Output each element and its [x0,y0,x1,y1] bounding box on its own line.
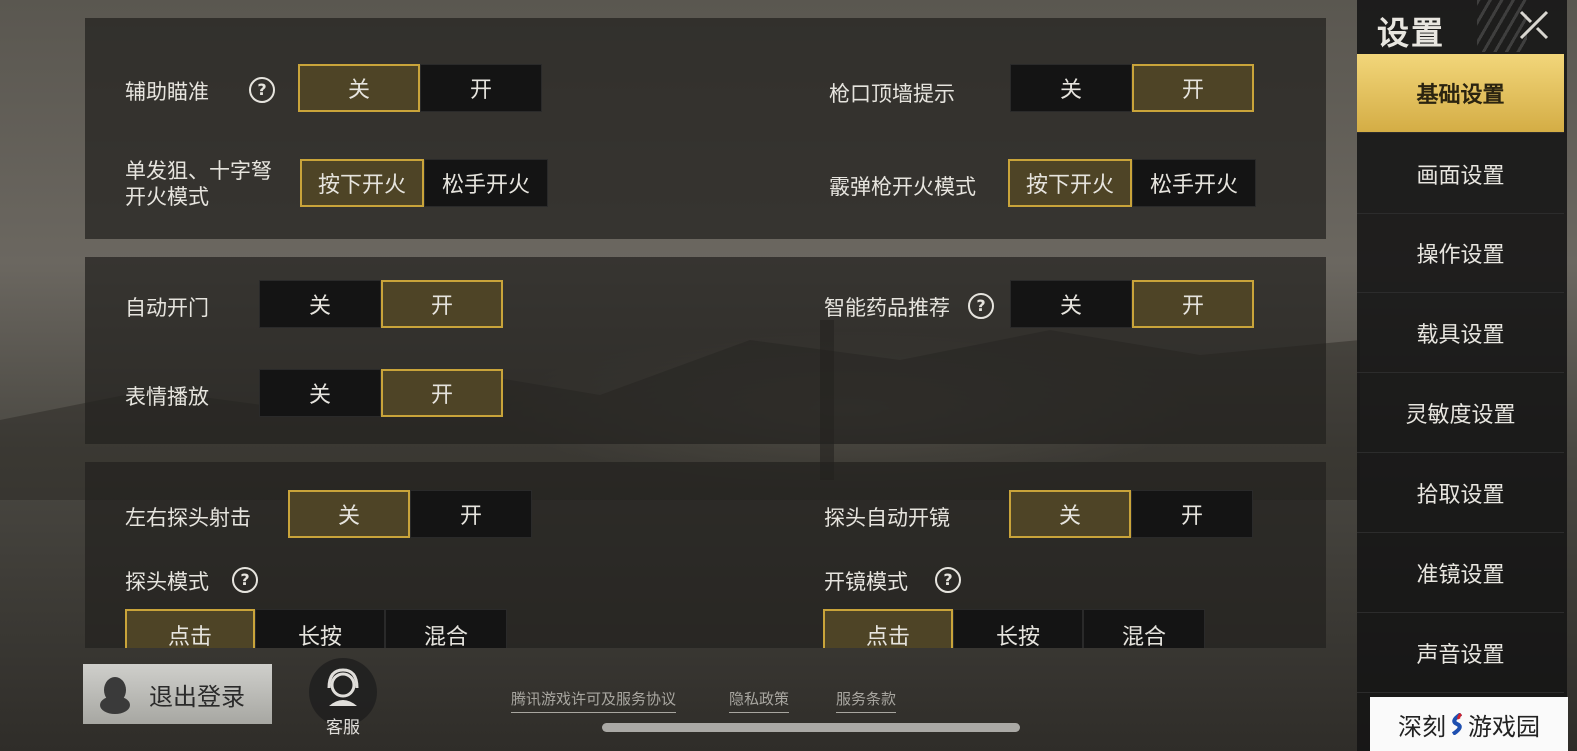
auto-door-on[interactable]: 开 [381,280,503,328]
watermark-logo-icon [1448,712,1466,736]
muzzle-wall-on[interactable]: 开 [1132,64,1254,112]
penguin-icon [93,672,137,716]
smart-meds-label: 智能药品推荐 [824,296,950,320]
logout-label: 退出登录 [149,682,245,711]
auto-door-label: 自动开门 [125,296,209,320]
sniper-fire-label-line1: 单发狙、十字弩 [125,159,272,183]
emote-off[interactable]: 关 [259,369,381,417]
sidebar-item-pickup[interactable]: 拾取设置 [1357,454,1564,533]
privacy-link[interactable]: 隐私政策 [729,688,790,713]
scope-mode-clip: 点击 长按 混合 [823,609,1205,648]
peek-fire-toggle: 关 开 [288,490,532,538]
settings-title: 设置 [1377,14,1446,52]
help-icon[interactable]: ? [232,567,258,593]
smart-meds-on[interactable]: 开 [1132,280,1254,328]
peek-mode-mixed[interactable]: 混合 [385,609,507,648]
watermark: 深刻 游戏园 [1370,697,1568,751]
muzzle-wall-off[interactable]: 关 [1010,64,1132,112]
emote-toggle: 关 开 [259,369,503,417]
scope-mode-toggle: 点击 长按 混合 [823,609,1205,648]
emote-on[interactable]: 开 [381,369,503,417]
shotgun-fire-toggle: 按下开火 松手开火 [1008,159,1256,207]
sidebar-item-sensitivity[interactable]: 灵敏度设置 [1357,374,1564,453]
peek-mode-clip: 点击 长按 混合 [125,609,507,648]
settings-sidebar: 设置 基础设置 画面设置 操作设置 载具设置 灵敏度设置 拾取设置 准镜设置 声… [1357,0,1567,751]
sniper-fire-label-line2: 开火模式 [125,185,209,209]
sniper-fire-press[interactable]: 按下开火 [300,159,424,207]
scope-mode-hold[interactable]: 长按 [953,609,1083,648]
smart-meds-off[interactable]: 关 [1010,280,1132,328]
aim-assist-on[interactable]: 开 [420,64,542,112]
emote-label: 表情播放 [125,385,209,409]
muzzle-wall-label: 枪口顶墙提示 [829,82,955,106]
peek-mode-label: 探头模式 [125,570,209,594]
customer-service-button[interactable]: 客服 [308,658,378,738]
customer-service-label: 客服 [326,718,360,738]
peek-mode-tap[interactable]: 点击 [125,609,255,648]
license-link[interactable]: 腾讯游戏许可及服务协议 [511,688,677,713]
scope-mode-tap[interactable]: 点击 [823,609,953,648]
aim-assist-toggle: 关 开 [298,64,542,112]
sidebar-item-controls[interactable]: 操作设置 [1357,214,1564,293]
peek-scope-toggle: 关 开 [1009,490,1253,538]
auto-door-toggle: 关 开 [259,280,503,328]
terms-link[interactable]: 服务条款 [836,688,897,713]
shotgun-fire-release[interactable]: 松手开火 [1132,159,1256,207]
sidebar-item-basic[interactable]: 基础设置 [1357,54,1564,133]
peek-fire-off[interactable]: 关 [288,490,410,538]
sniper-fire-toggle: 按下开火 松手开火 [300,159,548,207]
peek-scope-off[interactable]: 关 [1009,490,1131,538]
peek-fire-on[interactable]: 开 [410,490,532,538]
watermark-left: 深刻 [1398,712,1446,741]
muzzle-wall-toggle: 关 开 [1010,64,1254,112]
shotgun-fire-press[interactable]: 按下开火 [1008,159,1132,207]
help-icon[interactable]: ? [968,293,994,319]
sniper-fire-release[interactable]: 松手开火 [424,159,548,207]
sidebar-item-vehicle[interactable]: 载具设置 [1357,294,1564,373]
peek-fire-label: 左右探头射击 [125,506,251,530]
help-icon[interactable]: ? [935,567,961,593]
aim-assist-off[interactable]: 关 [298,64,420,112]
sniper-fire-label: 单发狙、十字弩 开火模式 [125,158,272,210]
watermark-right: 游戏园 [1468,712,1540,741]
smart-meds-toggle: 关 开 [1010,280,1254,328]
scope-mode-mixed[interactable]: 混合 [1083,609,1205,648]
auto-door-off[interactable]: 关 [259,280,381,328]
aim-assist-label: 辅助瞄准 [125,80,209,104]
logout-button[interactable]: 退出登录 [83,664,272,724]
sidebar-item-sound[interactable]: 声音设置 [1357,614,1564,693]
peek-mode-toggle: 点击 长按 混合 [125,609,507,648]
close-icon[interactable] [1517,8,1551,51]
peek-scope-label: 探头自动开镜 [824,506,950,530]
shotgun-fire-label: 霰弹枪开火模式 [829,175,976,199]
peek-mode-hold[interactable]: 长按 [255,609,385,648]
scope-mode-label: 开镜模式 [824,570,908,594]
sidebar-item-scope[interactable]: 准镜设置 [1357,534,1564,613]
help-icon[interactable]: ? [249,77,275,103]
peek-scope-on[interactable]: 开 [1131,490,1253,538]
home-indicator[interactable] [602,723,1020,732]
sidebar-item-graphics[interactable]: 画面设置 [1357,135,1564,214]
